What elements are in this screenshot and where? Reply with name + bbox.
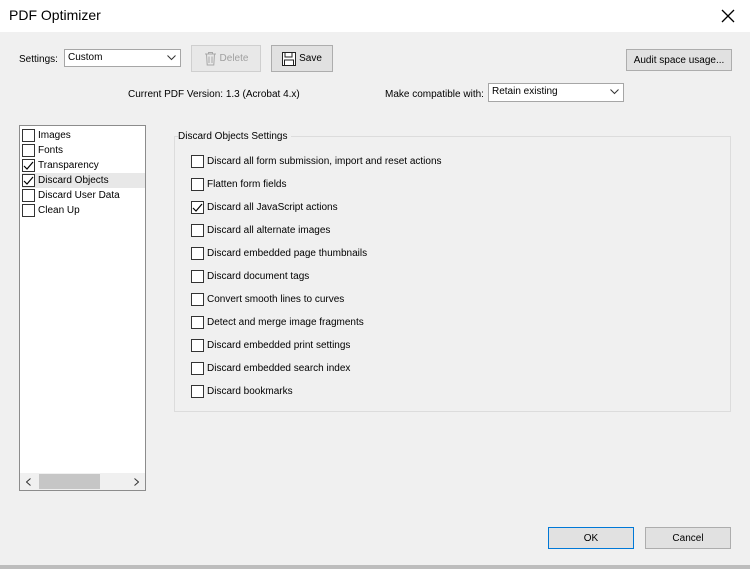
option-discard-print-settings[interactable]: Discard embedded print settings — [191, 338, 350, 353]
option-discard-alternate-images[interactable]: Discard all alternate images — [191, 223, 330, 238]
save-button[interactable]: Save — [271, 45, 333, 72]
save-button-label: Save — [299, 53, 322, 64]
cancel-button-label: Cancel — [672, 532, 704, 544]
ok-button-label: OK — [583, 532, 599, 544]
option-discard-javascript[interactable]: Discard all JavaScript actions — [191, 200, 338, 215]
option-discard-document-tags[interactable]: Discard document tags — [191, 269, 309, 284]
panel-item-label: Images — [38, 130, 71, 141]
discard-objects-title: Discard Objects Settings — [178, 131, 291, 142]
delete-button[interactable]: Delete — [191, 45, 261, 72]
option-checkbox[interactable] — [191, 339, 204, 352]
option-checkbox[interactable] — [191, 316, 204, 329]
panel-item-clean-up[interactable]: Clean Up — [22, 203, 145, 218]
option-checkbox[interactable] — [191, 270, 204, 283]
option-label: Discard all alternate images — [207, 225, 331, 236]
compatibility-select-value: Retain existing — [492, 86, 558, 97]
panel-item-transparency[interactable]: Transparency — [22, 158, 145, 173]
panel-item-discard-objects[interactable]: Discard Objects — [22, 173, 145, 188]
option-label: Discard embedded print settings — [207, 340, 351, 351]
checkmark-icon — [192, 203, 203, 212]
option-merge-image-fragments[interactable]: Detect and merge image fragments — [191, 315, 364, 330]
option-discard-search-index[interactable]: Discard embedded search index — [191, 361, 350, 376]
compatibility-select[interactable]: Retain existing — [488, 83, 624, 102]
panel-list[interactable]: Images Fonts Transparency Discard Object… — [19, 125, 146, 491]
window-bottom-border — [0, 565, 750, 569]
close-button[interactable] — [706, 0, 750, 32]
panel-item-checkbox[interactable] — [22, 129, 35, 142]
panel-item-fonts[interactable]: Fonts — [22, 143, 145, 158]
panel-item-label: Discard User Data — [38, 190, 120, 201]
panel-item-discard-user-data[interactable]: Discard User Data — [22, 188, 145, 203]
option-checkbox[interactable] — [191, 385, 204, 398]
option-convert-smooth-lines[interactable]: Convert smooth lines to curves — [191, 292, 344, 307]
scroll-right-button[interactable] — [128, 473, 145, 490]
close-icon — [721, 9, 735, 23]
option-discard-bookmarks[interactable]: Discard bookmarks — [191, 384, 293, 399]
settings-select-value: Custom — [68, 52, 103, 63]
checkmark-icon — [23, 161, 34, 170]
option-label: Convert smooth lines to curves — [207, 294, 345, 305]
option-label: Discard embedded search index — [207, 363, 351, 374]
panel-item-checkbox[interactable] — [22, 174, 35, 187]
window-title: PDF Optimizer — [9, 7, 101, 23]
trash-icon — [204, 51, 217, 66]
settings-select[interactable]: Custom — [64, 49, 181, 67]
option-discard-form-actions[interactable]: Discard all form submission, import and … — [191, 154, 442, 169]
panel-item-checkbox[interactable] — [22, 144, 35, 157]
chevron-down-icon — [605, 84, 623, 100]
chevron-right-icon — [134, 477, 139, 486]
panel-item-label: Transparency — [38, 160, 99, 171]
option-checkbox[interactable] — [191, 155, 204, 168]
audit-space-usage-button[interactable]: Audit space usage... — [626, 49, 732, 71]
panel-item-checkbox[interactable] — [22, 204, 35, 217]
audit-space-usage-label: Audit space usage... — [633, 54, 725, 66]
option-checkbox[interactable] — [191, 201, 204, 214]
option-checkbox[interactable] — [191, 247, 204, 260]
ok-button[interactable]: OK — [548, 527, 634, 549]
checkmark-icon — [23, 176, 34, 185]
option-label: Detect and merge image fragments — [207, 317, 364, 328]
option-label: Discard all form submission, import and … — [207, 156, 442, 167]
option-checkbox[interactable] — [191, 224, 204, 237]
option-checkbox[interactable] — [191, 362, 204, 375]
panel-item-label: Discard Objects — [38, 175, 109, 186]
option-label: Discard all JavaScript actions — [207, 202, 338, 213]
panel-item-label: Clean Up — [38, 205, 80, 216]
option-label: Discard bookmarks — [207, 386, 293, 397]
option-discard-page-thumbnails[interactable]: Discard embedded page thumbnails — [191, 246, 367, 261]
title-bar: PDF Optimizer — [0, 0, 750, 32]
scrollbar-thumb[interactable] — [39, 474, 100, 489]
option-flatten-form-fields[interactable]: Flatten form fields — [191, 177, 286, 192]
chevron-down-icon — [162, 50, 180, 66]
panel-item-label: Fonts — [38, 145, 64, 156]
cancel-button[interactable]: Cancel — [645, 527, 731, 549]
option-label: Discard document tags — [207, 271, 310, 282]
settings-label: Settings: — [19, 54, 58, 65]
floppy-disk-icon — [282, 51, 297, 66]
panel-item-checkbox[interactable] — [22, 189, 35, 202]
panel-item-checkbox[interactable] — [22, 159, 35, 172]
option-label: Flatten form fields — [207, 179, 287, 190]
make-compatible-label: Make compatible with: — [385, 89, 484, 100]
option-checkbox[interactable] — [191, 293, 204, 306]
option-label: Discard embedded page thumbnails — [207, 248, 368, 259]
option-checkbox[interactable] — [191, 178, 204, 191]
current-pdf-version: Current PDF Version: 1.3 (Acrobat 4.x) — [128, 89, 300, 100]
delete-button-label: Delete — [219, 53, 249, 64]
scroll-left-button[interactable] — [20, 473, 37, 490]
panel-item-images[interactable]: Images — [22, 128, 145, 143]
horizontal-scrollbar[interactable] — [20, 473, 145, 490]
chevron-left-icon — [26, 477, 31, 486]
